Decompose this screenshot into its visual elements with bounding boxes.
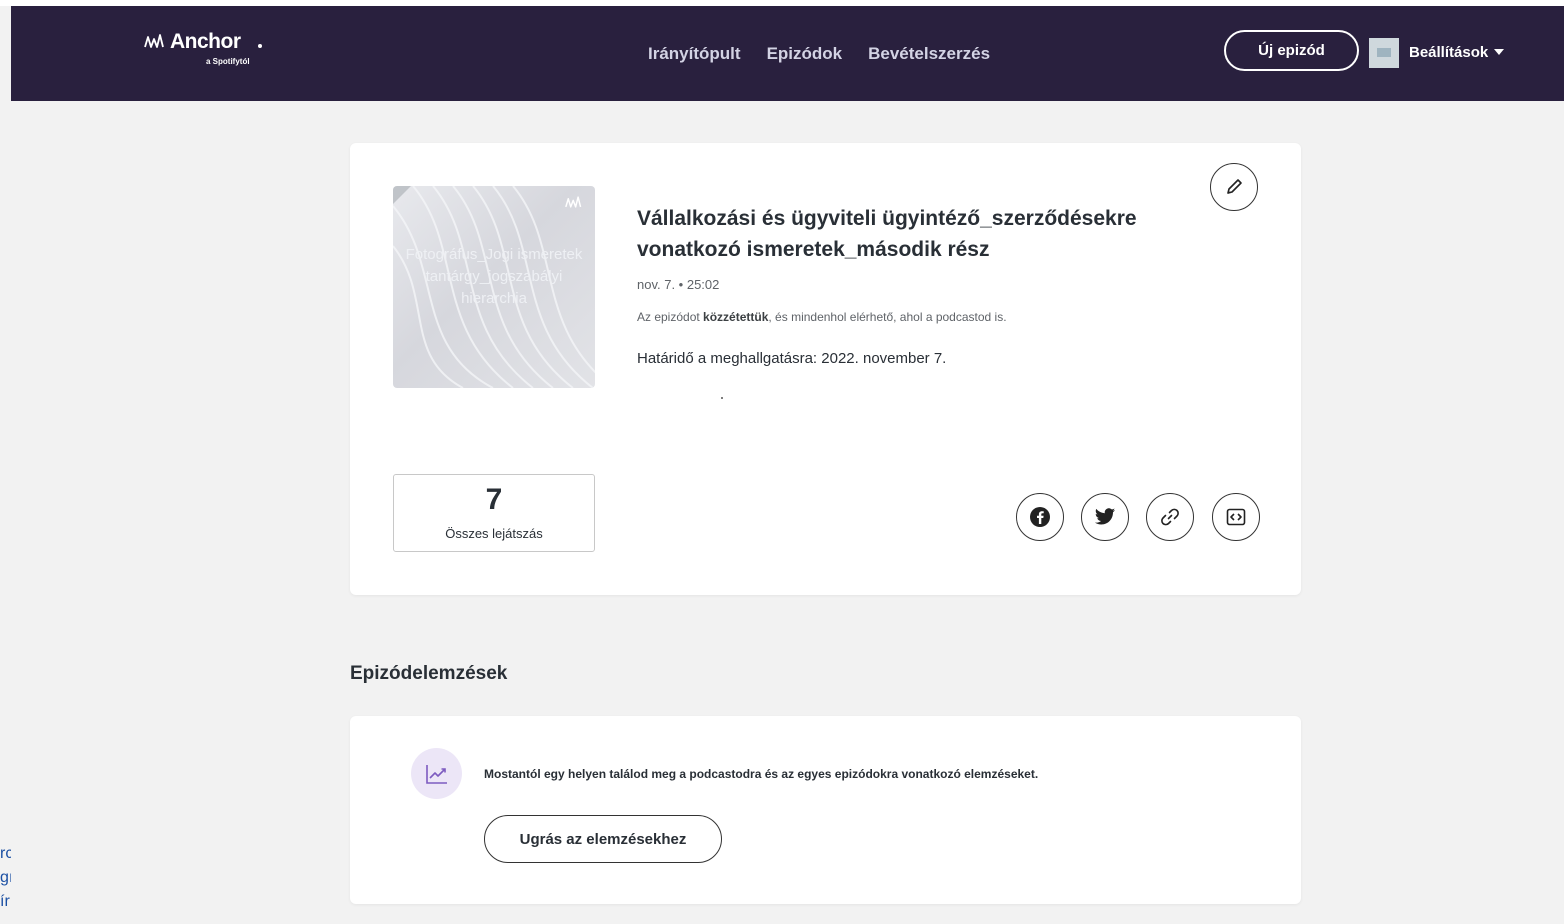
episode-card: Fotográfus_Jogi ismeretek tantárgy_jogsz… (350, 143, 1301, 595)
top-navbar: Anchor a Spotifytól Irányítópult Epizódo… (11, 6, 1564, 101)
clipped-line: gı (0, 869, 11, 886)
status-suffix: , és mindenhol elérhető, ahol a podcasto… (768, 310, 1007, 324)
description-dot (721, 397, 723, 399)
nav-monetization[interactable]: Bevételszerzés (868, 44, 990, 64)
clipped-line: ír (0, 893, 10, 910)
settings-label: Beállítások (1409, 44, 1489, 61)
status-bold: közzétettük (703, 310, 769, 324)
share-twitter-button[interactable] (1081, 493, 1129, 541)
analytics-icon-badge (411, 748, 462, 799)
go-to-analytics-button[interactable]: Ugrás az elemzésekhez (484, 815, 722, 863)
avatar[interactable] (1369, 38, 1399, 68)
avatar-image (1377, 48, 1391, 57)
embed-code-icon (1226, 508, 1246, 526)
analytics-card: Mostantól egy helyen találod meg a podca… (350, 716, 1301, 904)
nav-episodes[interactable]: Epizódok (767, 44, 843, 64)
brand-dot (258, 44, 262, 48)
anchor-wave-icon (565, 196, 582, 208)
share-facebook-button[interactable] (1016, 493, 1064, 541)
total-plays-count: 7 (485, 483, 503, 516)
episode-status: Az epizódot közzétettük, és mindenhol el… (637, 310, 1007, 324)
analytics-description: Mostantól egy helyen találod meg a podca… (484, 767, 1039, 781)
cover-text: Fotográfus_Jogi ismeretek tantárgy_jogsz… (405, 246, 583, 307)
caret-down-icon (1494, 49, 1505, 55)
episode-cover: Fotográfus_Jogi ismeretek tantárgy_jogsz… (393, 186, 595, 388)
brand-name: Anchor (170, 30, 241, 53)
clipped-side-text: rc gı ír (0, 842, 11, 914)
new-episode-button[interactable]: Új epizód (1224, 30, 1359, 71)
edit-button[interactable] (1210, 163, 1258, 211)
episode-title: Vállalkozási és ügyviteli ügyintéző_szer… (637, 207, 1137, 261)
twitter-icon (1094, 508, 1116, 525)
clipped-line: rc (0, 845, 11, 862)
brand-subtitle: a Spotifytól (206, 57, 250, 66)
main-nav: Irányítópult Epizódok Bevételszerzés (648, 44, 990, 64)
link-icon (1161, 508, 1179, 526)
episode-analytics-heading: Epizódelemzések (350, 663, 508, 684)
total-plays-label: Összes lejátszás (445, 526, 543, 541)
total-plays-box: 7 Összes lejátszás (393, 474, 595, 552)
nav-dashboard[interactable]: Irányítópult (648, 44, 741, 64)
copy-link-button[interactable] (1146, 493, 1194, 541)
anchor-logo[interactable]: Anchor a Spotifytól (144, 28, 274, 68)
episode-deadline: Határidő a meghallgatásra: 2022. novembe… (637, 350, 947, 367)
embed-button[interactable] (1212, 493, 1260, 541)
facebook-icon (1030, 507, 1050, 527)
episode-meta: nov. 7. • 25:02 (637, 277, 720, 292)
anchor-wave-icon (144, 34, 164, 48)
trend-chart-icon (425, 764, 447, 784)
pencil-icon (1227, 179, 1242, 194)
settings-menu[interactable]: Beállítások (1409, 44, 1505, 61)
status-prefix: Az epizódot (637, 310, 704, 324)
